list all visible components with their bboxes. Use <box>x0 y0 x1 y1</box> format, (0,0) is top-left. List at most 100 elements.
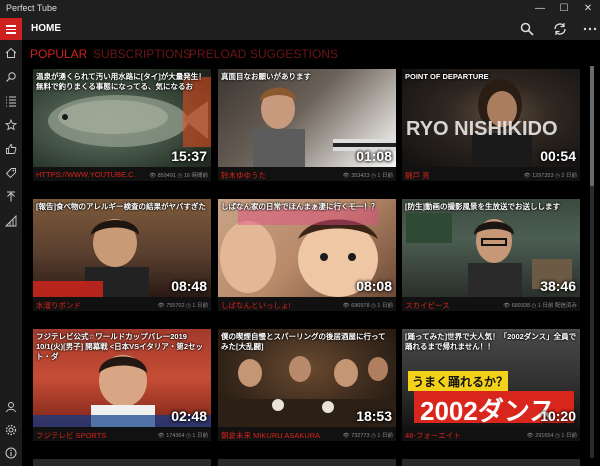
video-title: [報告]食べ物のアレルギー検査の結果がヤバすぎた <box>36 202 206 211</box>
settings-icon[interactable] <box>5 424 17 436</box>
video-meta: 錦戸 亮 👁 1297353 ◷ 2 日前 <box>402 167 580 181</box>
view-count: 689338 <box>511 303 531 309</box>
upload-age: 1 日前 <box>192 303 208 309</box>
video-meta: 水溜りボンド 👁 755702 ◷ 1 日前 <box>33 297 211 311</box>
upload-age: 1 日前 <box>561 433 577 439</box>
video-card-partial[interactable] <box>218 459 396 466</box>
video-thumbnail[interactable]: [報告]食べ物のアレルギー検査の結果がヤバすぎた 08:48 <box>33 199 211 297</box>
channel-name[interactable]: 48-フォーエイト <box>405 430 461 441</box>
upload-icon[interactable] <box>5 191 17 203</box>
video-title: フジテレビ公式☆ワールドカップバレー2019 10/1(火)[男子] 開幕戦 <… <box>36 332 204 361</box>
minimize-button[interactable]: — <box>528 0 552 18</box>
video-meta: フジテレビ SPORTS 👁 174364 ◷ 1 日前 <box>33 427 211 441</box>
video-duration: 08:08 <box>356 278 392 294</box>
video-title: [踊ってみた]世界で大人気！「2002ダンス」全員で踊れるまで帰れません！！ <box>405 332 577 351</box>
video-stats: 👁 291654 ◷ 1 日前 <box>526 433 577 439</box>
window-titlebar: Perfect Tube — ☐ ✕ <box>0 0 600 18</box>
view-count: 291654 <box>535 433 554 439</box>
upload-age: 1 日前 <box>377 433 393 439</box>
channel-name[interactable]: HTTPS://WWW.YOUTUBE.C... <box>36 170 136 179</box>
video-title: POINT OF DEPARTURE <box>405 72 489 81</box>
thumbs-up-icon[interactable] <box>5 143 17 155</box>
tag-icon[interactable] <box>5 167 17 179</box>
video-title: 僕の喫煙自慢とスパーリングの後居酒屋に行ってみた[大乱闘] <box>221 332 386 351</box>
account-icon[interactable] <box>5 401 17 413</box>
video-stats: 👁 732773 ◷ 1 日前 <box>342 433 393 439</box>
close-button[interactable]: ✕ <box>576 0 600 18</box>
channel-name[interactable]: 錦戸 亮 <box>405 170 430 181</box>
video-thumbnail[interactable]: [防生]動画の撮影風景を生放送でお送しします 38:46 <box>402 199 580 297</box>
video-duration: 15:37 <box>171 148 207 164</box>
video-thumbnail[interactable]: 僕の喫煙自慢とスパーリングの後居酒屋に行ってみた[大乱闘] 18:53 <box>218 329 396 427</box>
tab-subscriptions[interactable]: SUBSCRIPTIONS <box>93 47 191 61</box>
video-stats: 👁 689338 ◷ 1 日前 配信済み <box>503 303 577 309</box>
video-title: [防生]動画の撮影風景を生放送でお送しします <box>405 202 560 211</box>
view-count: 755702 <box>166 303 185 309</box>
video-duration: 00:54 <box>540 148 576 164</box>
view-count: 696978 <box>351 303 370 309</box>
hamburger-menu-button[interactable] <box>0 18 22 40</box>
app-header: HOME <box>0 18 600 40</box>
video-stats: 👁 859491 ◷ 16 時間前 <box>149 173 208 179</box>
info-icon[interactable] <box>5 447 17 459</box>
view-count: 353423 <box>351 173 370 179</box>
window-title: Perfect Tube <box>6 3 58 13</box>
video-stats: 👁 696978 ◷ 1 日前 <box>342 303 393 309</box>
view-count: 859491 <box>157 173 176 179</box>
video-thumbnail[interactable]: フジテレビ公式☆ワールドカップバレー2019 10/1(火)[男子] 開幕戦 <… <box>33 329 211 427</box>
refresh-icon[interactable] <box>552 21 568 37</box>
video-thumbnail[interactable]: うまく踊れるか？ 2002ダンス [踊ってみた]世界で大人気！「2002ダンス」… <box>402 329 580 427</box>
signal-icon[interactable] <box>5 215 17 227</box>
video-card-partial[interactable] <box>33 459 211 466</box>
video-stats: 👁 1297353 ◷ 2 日前 <box>523 173 577 179</box>
page-title: HOME <box>31 23 61 34</box>
upload-age: 1 日前 <box>377 173 393 179</box>
thumb-overlay-subtitle: うまく踊れるか？ <box>412 375 509 389</box>
home-icon[interactable] <box>5 47 17 59</box>
video-meta: 朝倉未来 MIKURU ASAKURA 👁 732773 ◷ 1 日前 <box>218 427 396 441</box>
video-duration: 01:08 <box>356 148 392 164</box>
channel-name[interactable]: しばなんといっしょ! <box>221 300 291 311</box>
left-navigation-rail <box>0 40 22 466</box>
video-grid: 温泉が湧くられて汚い用水路に[タイ]が大量発生！無料で釣りまくる事態になってる、… <box>22 66 600 466</box>
video-duration: 02:48 <box>171 408 207 424</box>
channel-name[interactable]: スカイピース <box>405 300 450 311</box>
upload-age: 16 時間前 <box>183 173 208 179</box>
tab-popular[interactable]: POPULAR <box>30 47 87 61</box>
video-duration: 18:53 <box>356 408 392 424</box>
view-count: 1297353 <box>532 173 554 179</box>
video-stats: 👁 353423 ◷ 1 日前 <box>342 173 393 179</box>
video-thumbnail[interactable]: RYO NISHIKIDO POINT OF DEPARTURE 00:54 <box>402 69 580 167</box>
star-icon[interactable] <box>5 119 17 131</box>
list-icon[interactable] <box>5 95 17 107</box>
channel-name[interactable]: 朝倉未来 MIKURU ASAKURA <box>221 430 320 441</box>
channel-name[interactable]: フジテレビ SPORTS <box>36 430 106 441</box>
video-duration: 08:48 <box>171 278 207 294</box>
maximize-button[interactable]: ☐ <box>552 0 576 18</box>
video-meta: スカイピース 👁 689338 ◷ 1 日前 配信済み <box>402 297 580 311</box>
search-icon[interactable] <box>519 21 535 37</box>
video-thumbnail[interactable]: しばなん家の日常でほんまぁ凄に行くモ一！？ 08:08 <box>218 199 396 297</box>
channel-name[interactable]: 鈴木ゆゆうた <box>221 170 266 181</box>
video-meta: HTTPS://WWW.YOUTUBE.C... 👁 859491 ◷ 16 時… <box>33 167 211 181</box>
upload-age: 1 日前 <box>377 303 393 309</box>
tab-preload[interactable]: PRELOAD <box>189 47 246 61</box>
video-stats: 👁 174364 ◷ 1 日前 <box>157 433 208 439</box>
tab-suggestions[interactable]: SUGGESTIONS <box>250 47 338 61</box>
video-thumbnail[interactable]: 温泉が湧くられて汚い用水路に[タイ]が大量発生！無料で釣りまくる事態になってる、… <box>33 69 211 167</box>
upload-age: 2 日前 <box>561 173 577 179</box>
more-options-icon[interactable] <box>582 21 598 37</box>
video-duration: 38:46 <box>540 278 576 294</box>
channel-name[interactable]: 水溜りボンド <box>36 300 81 311</box>
video-duration: 10:20 <box>540 408 576 424</box>
thumb-overlay-heading: 2002ダンス <box>420 396 556 426</box>
video-card-partial[interactable] <box>402 459 580 466</box>
search-icon[interactable] <box>5 71 17 83</box>
video-thumbnail[interactable]: 真面目なお願いがあります 01:08 <box>218 69 396 167</box>
video-meta: 48-フォーエイト 👁 291654 ◷ 1 日前 <box>402 427 580 441</box>
scrollbar-thumb[interactable] <box>590 66 594 186</box>
video-title: 真面目なお願いがあります <box>221 72 311 81</box>
video-title: しばなん家の日常でほんまぁ凄に行くモ一！？ <box>221 202 379 211</box>
svg-text:RYO NISHIKIDO: RYO NISHIKIDO <box>406 118 558 140</box>
view-count: 732773 <box>351 433 370 439</box>
